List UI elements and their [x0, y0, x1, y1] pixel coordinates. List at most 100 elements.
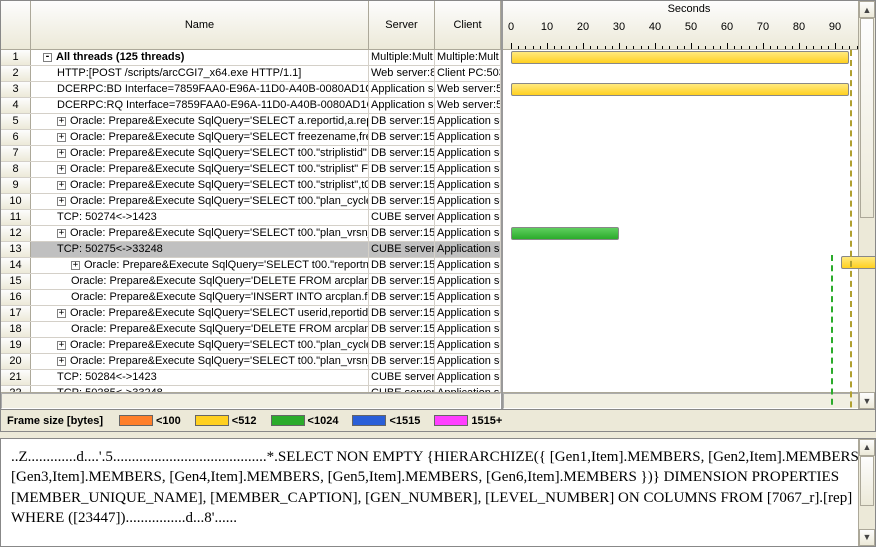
col-server[interactable]: Server — [369, 1, 435, 49]
collapse-icon[interactable]: - — [43, 53, 52, 62]
timeline-row — [503, 146, 875, 162]
row-name: +Oracle: Prepare&Execute SqlQuery='SELEC… — [31, 194, 369, 209]
timeline-row — [503, 258, 875, 274]
tick-label: 40 — [649, 21, 661, 33]
expand-icon[interactable]: + — [57, 181, 66, 190]
timeline-row — [503, 306, 875, 322]
scroll-down-icon[interactable]: ▼ — [859, 529, 875, 546]
timeline-pane: Seconds 0102030405060708090 ▲ ▼ — [503, 1, 875, 409]
scroll-up-icon[interactable]: ▲ — [859, 1, 875, 18]
row-server: Multiple:Mult — [369, 50, 435, 65]
expand-icon[interactable]: + — [57, 117, 66, 126]
table-row[interactable]: 10+Oracle: Prepare&Execute SqlQuery='SEL… — [1, 194, 501, 210]
row-client: Web server:5 — [435, 98, 501, 113]
row-client: Application se — [435, 370, 501, 385]
table-row[interactable]: 12+Oracle: Prepare&Execute SqlQuery='SEL… — [1, 226, 501, 242]
expand-icon[interactable]: + — [57, 165, 66, 174]
row-number: 20 — [1, 354, 31, 369]
table-row[interactable]: 7+Oracle: Prepare&Execute SqlQuery='SELE… — [1, 146, 501, 162]
expand-icon[interactable]: + — [71, 261, 80, 270]
col-rownum[interactable] — [1, 1, 31, 49]
tick-label: 80 — [793, 21, 805, 33]
expand-icon[interactable]: + — [57, 341, 66, 350]
table-row[interactable]: 17+Oracle: Prepare&Execute SqlQuery='SEL… — [1, 306, 501, 322]
row-server: DB server:15 — [369, 290, 435, 305]
expand-icon[interactable]: + — [57, 197, 66, 206]
table-row[interactable]: 14+Oracle: Prepare&Execute SqlQuery='SEL… — [1, 258, 501, 274]
table-row[interactable]: 1-All threads (125 threads)Multiple:Mult… — [1, 50, 501, 66]
row-server: Application se — [369, 98, 435, 113]
table-row[interactable]: 2HTTP:[POST /scripts/arcCGI7_x64.exe HTT… — [1, 66, 501, 82]
gantt-bar[interactable] — [511, 51, 849, 64]
row-name: +Oracle: Prepare&Execute SqlQuery='SELEC… — [31, 178, 369, 193]
table-row[interactable]: 6+Oracle: Prepare&Execute SqlQuery='SELE… — [1, 130, 501, 146]
row-name: +Oracle: Prepare&Execute SqlQuery='SELEC… — [31, 114, 369, 129]
legend-label: 1515+ — [471, 415, 502, 427]
grid-body[interactable]: 1-All threads (125 threads)Multiple:Mult… — [1, 50, 501, 392]
table-row[interactable]: 4DCERPC:RQ Interface=7859FAA0-E96A-11D0-… — [1, 98, 501, 114]
row-server: DB server:15 — [369, 354, 435, 369]
row-number: 15 — [1, 274, 31, 289]
row-server: DB server:15 — [369, 338, 435, 353]
table-row[interactable]: 18Oracle: Prepare&Execute SqlQuery='DELE… — [1, 322, 501, 338]
table-row[interactable]: 11TCP: 50274<->1423CUBE server:Applicati… — [1, 210, 501, 226]
gantt-bar[interactable] — [841, 256, 875, 269]
table-row[interactable]: 8+Oracle: Prepare&Execute SqlQuery='SELE… — [1, 162, 501, 178]
table-row[interactable]: 13TCP: 50275<->33248CUBE server:Applicat… — [1, 242, 501, 258]
row-server: CUBE server: — [369, 242, 435, 257]
row-name: +Oracle: Prepare&Execute SqlQuery='SELEC… — [31, 226, 369, 241]
legend-title: Frame size [bytes] — [7, 415, 103, 427]
tick-label: 10 — [541, 21, 553, 33]
legend-label: <100 — [156, 415, 181, 427]
table-row[interactable]: 20+Oracle: Prepare&Execute SqlQuery='SEL… — [1, 354, 501, 370]
row-number: 16 — [1, 290, 31, 305]
timeline-row — [503, 242, 875, 258]
table-row[interactable]: 16Oracle: Prepare&Execute SqlQuery='INSE… — [1, 290, 501, 306]
table-row[interactable]: 3DCERPC:BD Interface=7859FAA0-E96A-11D0-… — [1, 82, 501, 98]
row-client: Application se — [435, 194, 501, 209]
table-row[interactable]: 15Oracle: Prepare&Execute SqlQuery='DELE… — [1, 274, 501, 290]
legend-item: <1515 — [352, 415, 420, 427]
timeline-row — [503, 194, 875, 210]
grid-header: Name Server Client — [1, 1, 501, 50]
timeline-row — [503, 114, 875, 130]
scroll-thumb[interactable] — [860, 456, 874, 506]
row-client: Application se — [435, 242, 501, 257]
row-client: Application se — [435, 210, 501, 225]
col-client[interactable]: Client — [435, 1, 501, 49]
row-server: DB server:15 — [369, 178, 435, 193]
timeline-hscroll[interactable] — [503, 392, 875, 409]
expand-icon[interactable]: + — [57, 357, 66, 366]
timeline-vscroll[interactable]: ▲ ▼ — [858, 1, 875, 409]
expand-icon[interactable]: + — [57, 229, 66, 238]
table-row[interactable]: 5+Oracle: Prepare&Execute SqlQuery='SELE… — [1, 114, 501, 130]
row-number: 2 — [1, 66, 31, 81]
detail-pane[interactable]: ..Z.............d....'.5................… — [0, 438, 876, 547]
table-row[interactable]: 9+Oracle: Prepare&Execute SqlQuery='SELE… — [1, 178, 501, 194]
row-name: +Oracle: Prepare&Execute SqlQuery='SELEC… — [31, 306, 369, 321]
table-row[interactable]: 21TCP: 50284<->1423CUBE server:Applicati… — [1, 370, 501, 386]
gantt-bar[interactable] — [511, 227, 619, 240]
scroll-down-icon[interactable]: ▼ — [859, 392, 875, 409]
scroll-up-icon[interactable]: ▲ — [859, 439, 875, 456]
table-row[interactable]: 19+Oracle: Prepare&Execute SqlQuery='SEL… — [1, 338, 501, 354]
row-number: 7 — [1, 146, 31, 161]
gantt-bar[interactable] — [511, 83, 849, 96]
grid-hscroll[interactable] — [1, 392, 501, 409]
swatch-icon — [434, 415, 468, 426]
row-server: CUBE server: — [369, 370, 435, 385]
detail-vscroll[interactable]: ▲ ▼ — [858, 439, 875, 546]
timeline-row — [503, 82, 875, 98]
expand-icon[interactable]: + — [57, 309, 66, 318]
col-name[interactable]: Name — [31, 1, 369, 49]
expand-icon[interactable]: + — [57, 149, 66, 158]
timeline-body[interactable] — [503, 50, 875, 402]
row-name: +Oracle: Prepare&Execute SqlQuery='SELEC… — [31, 258, 369, 273]
scroll-thumb[interactable] — [860, 18, 874, 218]
tick-label: 50 — [685, 21, 697, 33]
row-server: DB server:15 — [369, 322, 435, 337]
expand-icon[interactable]: + — [57, 133, 66, 142]
row-client: Application se — [435, 338, 501, 353]
row-number: 3 — [1, 82, 31, 97]
row-name: +Oracle: Prepare&Execute SqlQuery='SELEC… — [31, 130, 369, 145]
